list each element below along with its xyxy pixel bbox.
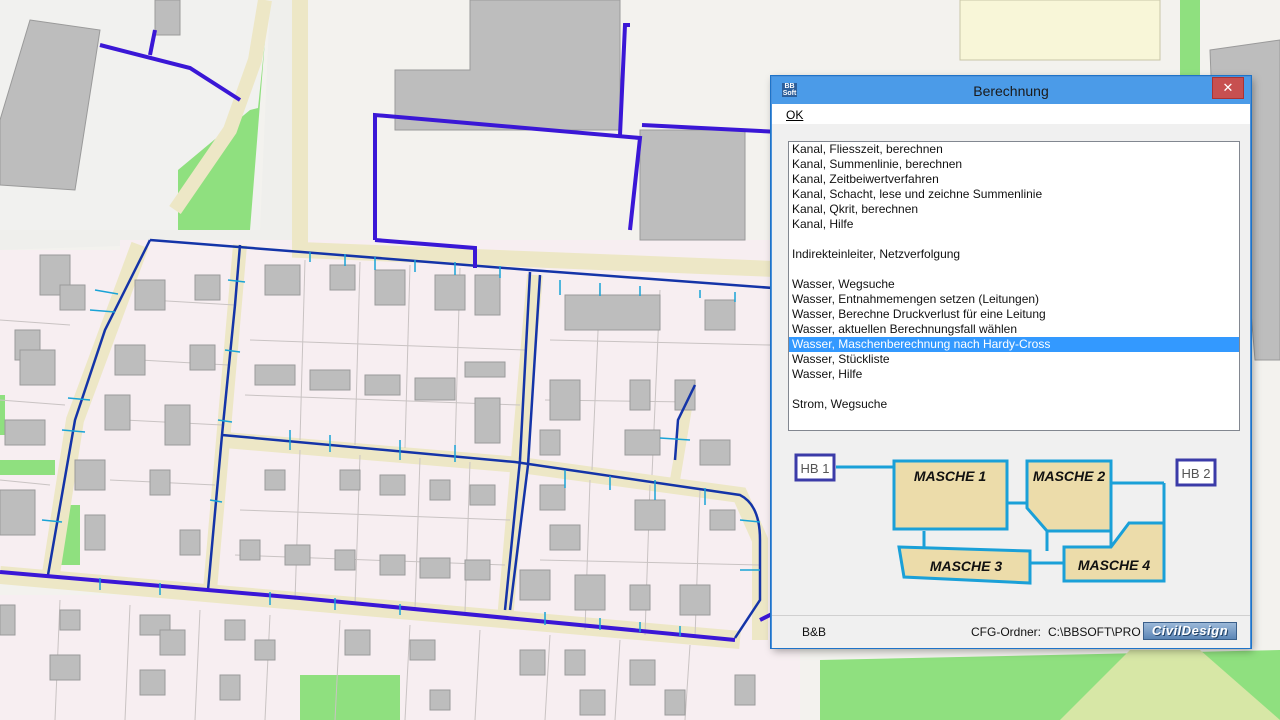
berechnung-dialog: BB Soft Berechnung ✕ OK Kanal, Fliesszei… [771, 76, 1251, 648]
list-item[interactable]: Kanal, Summenlinie, berechnen [789, 157, 1239, 172]
list-item[interactable]: Wasser, Wegsuche [789, 277, 1239, 292]
list-item[interactable]: Wasser, Maschenberechnung nach Hardy-Cro… [789, 337, 1239, 352]
list-item[interactable]: Kanal, Hilfe [789, 217, 1239, 232]
status-bar: B&B CFG-Ordner: C:\BBSOFT\PRO CivilDesig… [772, 615, 1250, 648]
masche2-label: MASCHE 2 [1033, 468, 1106, 484]
list-item[interactable]: Kanal, Qkrit, berechnen [789, 202, 1239, 217]
hb2-label: HB 2 [1182, 466, 1211, 481]
menu-bar: OK [772, 104, 1250, 124]
list-item[interactable]: Wasser, Entnahmemengen setzen (Leitungen… [789, 292, 1239, 307]
window-title: Berechnung [973, 83, 1049, 99]
hb2-node: HB 2 [1175, 458, 1217, 487]
list-item[interactable]: Kanal, Zeitbeiwertverfahren [789, 172, 1239, 187]
hardy-cross-diagram: HB 1 HB 2 MASCHE 1 MASCHE 2 MASCHE 3 MAS… [794, 453, 1217, 585]
list-item[interactable]: Kanal, Schacht, lese und zeichne Summenl… [789, 187, 1239, 202]
list-separator [789, 382, 1239, 397]
menu-ok[interactable]: OK [786, 108, 803, 122]
masche1-node: MASCHE 1 [892, 459, 1009, 531]
masche3-label: MASCHE 3 [930, 558, 1003, 574]
status-cfg-path: C:\BBSOFT\PRO [1048, 625, 1141, 639]
list-item[interactable]: Wasser, Berechne Druckverlust für eine L… [789, 307, 1239, 322]
status-company: B&B [802, 625, 827, 639]
list-item[interactable]: Wasser, aktuellen Berechnungsfall wählen [789, 322, 1239, 337]
masche3-node: MASCHE 3 [897, 545, 1032, 585]
list-item[interactable]: Wasser, Hilfe [789, 367, 1239, 382]
list-item[interactable]: Indirekteinleiter, Netzverfolgung [789, 247, 1239, 262]
list-item[interactable]: Wasser, Stückliste [789, 352, 1239, 367]
status-cfg-label: CFG-Ordner: [971, 625, 1042, 639]
masche1-label: MASCHE 1 [914, 468, 987, 484]
list-item[interactable]: Kanal, Fliesszeit, berechnen [789, 142, 1239, 157]
civildesign-logo: CivilDesign [1143, 622, 1237, 640]
hb1-node: HB 1 [794, 453, 836, 482]
list-item[interactable]: Strom, Wegsuche [789, 397, 1239, 412]
masche2-node: MASCHE 2 [1025, 459, 1113, 533]
masche4-label: MASCHE 4 [1078, 557, 1151, 573]
calculation-list[interactable]: Kanal, Fliesszeit, berechnen Kanal, Summe… [788, 141, 1240, 431]
list-separator [789, 232, 1239, 247]
list-separator [789, 262, 1239, 277]
title-bar[interactable]: BB Soft Berechnung ✕ [772, 77, 1250, 104]
hb1-label: HB 1 [801, 461, 830, 476]
close-button[interactable]: ✕ [1212, 77, 1244, 99]
close-icon: ✕ [1222, 80, 1234, 95]
